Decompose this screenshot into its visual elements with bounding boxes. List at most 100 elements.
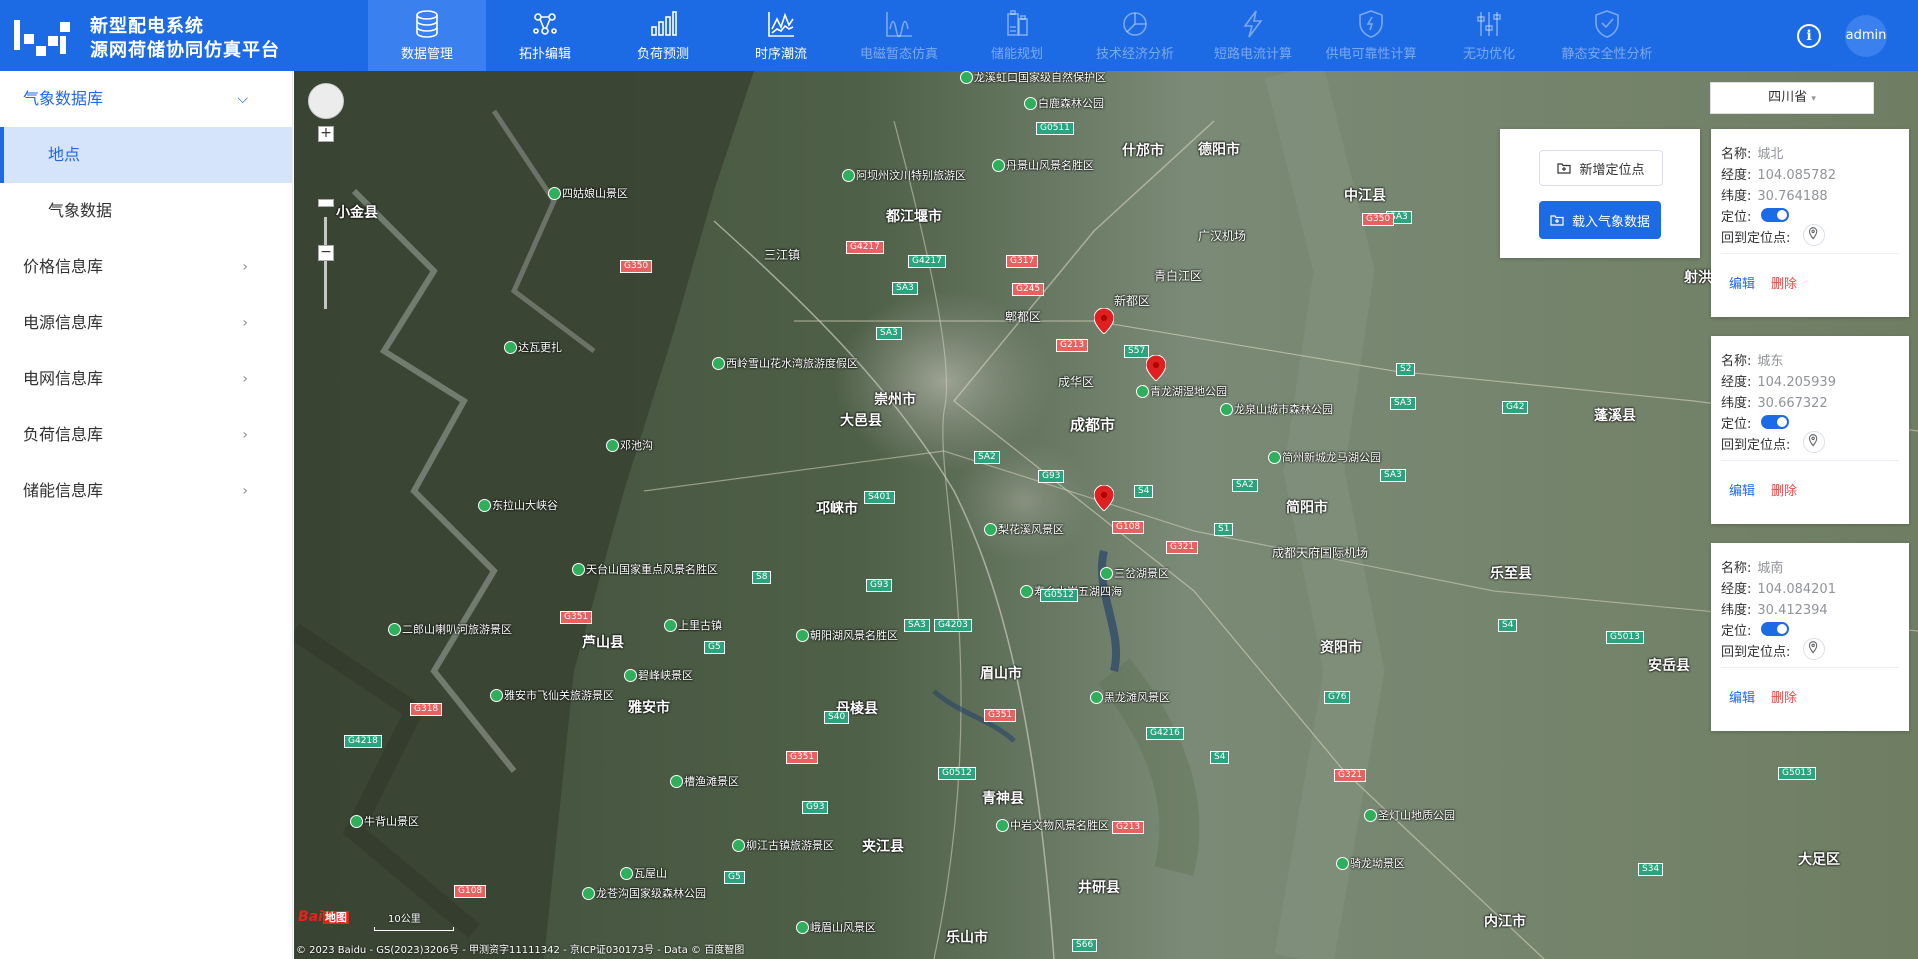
place-label: 都江堰市 bbox=[886, 209, 942, 225]
place-label: 蓬溪县 bbox=[1594, 408, 1636, 424]
location-card: 名称: 城北 经度: 104.085782 纬度: 30.764188 定位: 回到定… bbox=[1711, 129, 1909, 317]
place-label: 雅安市 bbox=[628, 700, 670, 716]
nav-em-transient[interactable]: 电磁暂态仿真 bbox=[840, 0, 958, 71]
sidebar-item-weather-db[interactable]: 气象数据库 ⌵ bbox=[0, 71, 292, 127]
locate-toggle[interactable] bbox=[1761, 622, 1789, 636]
scenic-spot: 雅安市飞仙关旅游景区 bbox=[490, 689, 614, 702]
edit-button[interactable]: 编辑 bbox=[1729, 687, 1755, 706]
highway-shield: G351 bbox=[786, 751, 819, 764]
delete-button[interactable]: 删除 bbox=[1771, 480, 1797, 499]
airport-label: 广汉机场 bbox=[1198, 229, 1247, 243]
scenic-spot: 青龙湖湿地公园 bbox=[1136, 385, 1227, 398]
back-to-point-button[interactable] bbox=[1803, 224, 1825, 246]
folder-plus-icon bbox=[1550, 215, 1564, 226]
highway-shield: SA2 bbox=[974, 451, 1000, 464]
nav-data-management[interactable]: 数据管理 bbox=[368, 0, 486, 71]
location-pin-chengbei[interactable] bbox=[1094, 308, 1114, 334]
nav-label: 数据管理 bbox=[400, 47, 453, 62]
sidebar-item-grid-db[interactable]: 电网信息库 › bbox=[0, 351, 292, 407]
highway-shield: G108 bbox=[454, 885, 487, 898]
map-pan-control[interactable] bbox=[308, 83, 344, 119]
highway-shield: S4 bbox=[1134, 485, 1154, 498]
card-lat-value: 30.764188 bbox=[1757, 189, 1828, 204]
scenic-spot: 西岭雪山花水湾旅游度假区 bbox=[712, 357, 858, 370]
card-field-label: 经度: bbox=[1721, 375, 1752, 390]
nav-label: 电磁暂态仿真 bbox=[859, 47, 938, 62]
scenic-spot: 圣灯山地质公园 bbox=[1364, 809, 1455, 822]
scenic-spot: 梨花溪风景区 bbox=[984, 523, 1064, 536]
delete-button[interactable]: 删除 bbox=[1771, 273, 1797, 292]
chevron-right-icon: › bbox=[242, 371, 248, 387]
sidebar-item-storage-db[interactable]: 储能信息库 › bbox=[0, 463, 292, 519]
chevron-right-icon: › bbox=[242, 483, 248, 499]
nav-static-security[interactable]: 静态安全性分析 bbox=[1548, 0, 1666, 71]
place-label: 简阳市 bbox=[1286, 500, 1328, 516]
nav-storage-planning[interactable]: 储能规划 bbox=[958, 0, 1076, 71]
locate-toggle[interactable] bbox=[1761, 208, 1789, 222]
logo-text: 地图 bbox=[322, 911, 349, 924]
card-name-row: 名称: 城北 bbox=[1721, 143, 1783, 162]
highway-shield: G4217 bbox=[908, 255, 946, 268]
place-label: 内江市 bbox=[1484, 914, 1526, 930]
sliders-icon bbox=[1477, 12, 1501, 36]
sidebar-subitem-locations[interactable]: 地点 bbox=[0, 127, 292, 183]
highway-shield: G350 bbox=[1362, 213, 1395, 226]
scenic-spot: 三岔湖景区 bbox=[1100, 567, 1169, 580]
place-label: 邛崃市 bbox=[816, 501, 858, 517]
sidebar-item-price-db[interactable]: 价格信息库 › bbox=[0, 239, 292, 295]
back-to-point-button[interactable] bbox=[1803, 638, 1825, 660]
card-field-label: 定位: bbox=[1721, 210, 1752, 225]
zoom-out-button[interactable]: − bbox=[318, 245, 334, 261]
place-label: 成都市 bbox=[1070, 416, 1116, 434]
load-weather-button[interactable]: 载入气象数据 bbox=[1539, 201, 1661, 239]
province-select[interactable]: 四川省 ▾ bbox=[1710, 82, 1874, 114]
nav-timeseries-flow[interactable]: 时序潮流 bbox=[722, 0, 840, 71]
delete-button[interactable]: 删除 bbox=[1771, 687, 1797, 706]
edit-button[interactable]: 编辑 bbox=[1729, 480, 1755, 499]
scenic-spot: 天台山国家重点风景名胜区 bbox=[572, 563, 718, 576]
sidebar-item-label: 价格信息库 bbox=[23, 257, 104, 276]
scenic-spot: 骑龙坳景区 bbox=[1336, 857, 1405, 870]
nav-label: 静态安全性分析 bbox=[1561, 47, 1653, 62]
card-field-label: 经度: bbox=[1721, 168, 1752, 183]
waveform-icon bbox=[886, 12, 912, 38]
lightning-icon bbox=[1243, 10, 1263, 38]
locate-toggle[interactable] bbox=[1761, 415, 1789, 429]
nav-load-forecast[interactable]: 负荷预测 bbox=[604, 0, 722, 71]
nav-short-circuit[interactable]: 短路电流计算 bbox=[1194, 0, 1312, 71]
highway-shield: G4203 bbox=[934, 619, 972, 632]
zoom-in-button[interactable]: + bbox=[318, 126, 334, 142]
info-icon[interactable]: i bbox=[1797, 24, 1821, 48]
nav-topology-edit[interactable]: 拓扑编辑 bbox=[486, 0, 604, 71]
nav-reliability[interactable]: 供电可靠性计算 bbox=[1312, 0, 1430, 71]
card-lng-value: 104.085782 bbox=[1757, 168, 1836, 183]
scenic-spot: 槽渔滩景区 bbox=[670, 775, 739, 788]
highway-shield: G108 bbox=[1112, 521, 1145, 534]
location-marker-icon bbox=[1808, 227, 1818, 240]
card-field-label: 定位: bbox=[1721, 417, 1752, 432]
add-location-button[interactable]: 新增定位点 bbox=[1539, 150, 1663, 186]
sidebar-item-power-source-db[interactable]: 电源信息库 › bbox=[0, 295, 292, 351]
nav-reactive-opt[interactable]: 无功优化 bbox=[1430, 0, 1548, 71]
scenic-spot: 二郎山喇叭河旅游景区 bbox=[388, 623, 512, 636]
zoom-slider-track[interactable] bbox=[324, 217, 327, 309]
card-name-row: 名称: 城南 bbox=[1721, 557, 1783, 576]
location-pin-chengdong[interactable] bbox=[1146, 355, 1166, 381]
sidebar-item-load-db[interactable]: 负荷信息库 › bbox=[0, 407, 292, 463]
card-locate-row: 定位: bbox=[1721, 206, 1751, 225]
place-label: 安岳县 bbox=[1648, 658, 1690, 674]
card-back-row: 回到定位点: bbox=[1721, 434, 1790, 453]
location-pin-chengnan[interactable] bbox=[1094, 485, 1114, 511]
place-label: 中江县 bbox=[1344, 188, 1386, 204]
back-to-point-button[interactable] bbox=[1803, 431, 1825, 453]
bar-chart-icon bbox=[651, 11, 677, 36]
zoom-slider-handle[interactable] bbox=[318, 199, 334, 207]
sidebar-subitem-weather-data[interactable]: 气象数据 bbox=[0, 183, 292, 239]
province-select-value: 四川省 bbox=[1768, 90, 1808, 105]
nav-tech-economic[interactable]: 技术经济分析 bbox=[1076, 0, 1194, 71]
user-avatar[interactable]: admin bbox=[1845, 15, 1887, 57]
scenic-spot: 白鹿森林公园 bbox=[1024, 97, 1104, 110]
edit-button[interactable]: 编辑 bbox=[1729, 273, 1755, 292]
map-view[interactable]: 成都市 成华区 新都区 郫都区 青白江区 德阳市 什邡市 都江堰市 崇州市 大邑… bbox=[294, 71, 1918, 959]
highway-shield: G4216 bbox=[1146, 727, 1184, 740]
